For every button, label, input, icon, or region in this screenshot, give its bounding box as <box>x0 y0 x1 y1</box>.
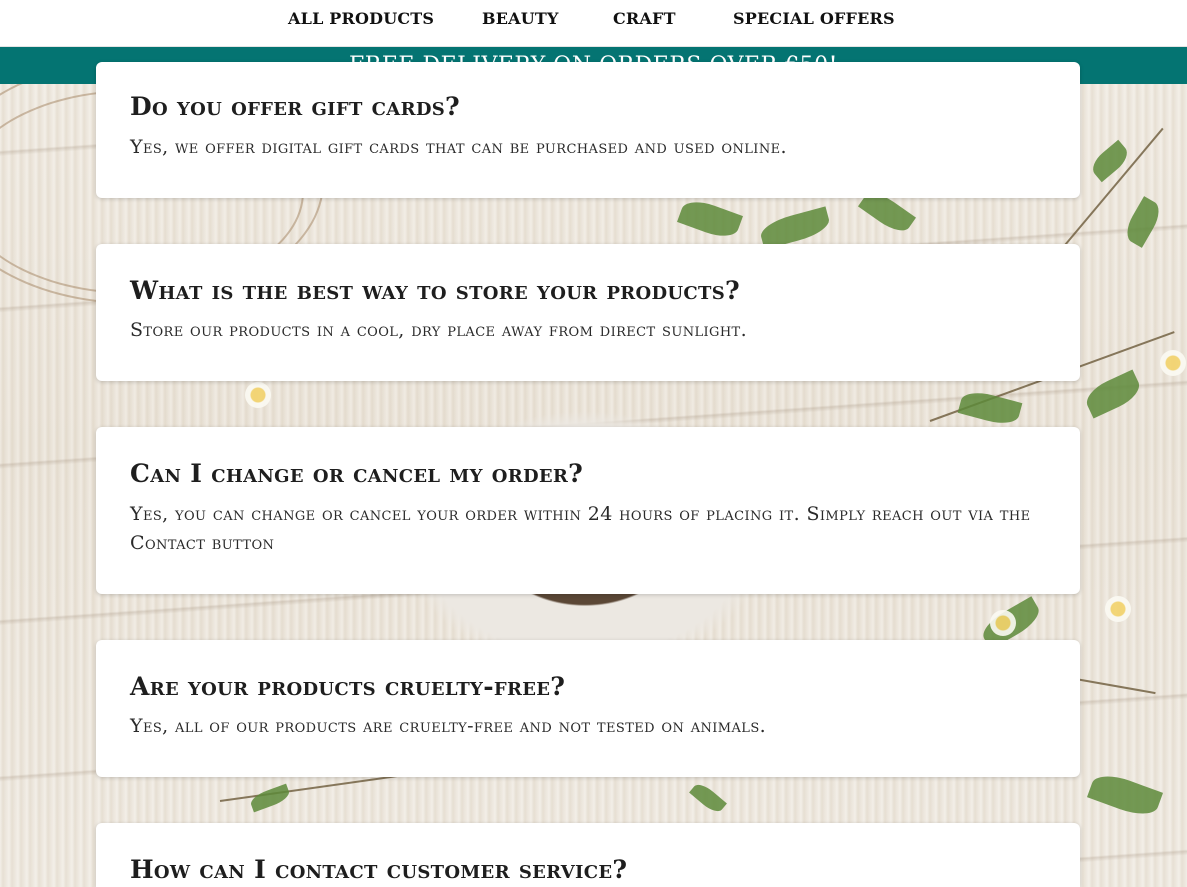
leaf <box>1086 768 1164 822</box>
flower <box>990 610 1016 636</box>
faq-card: How can I contact customer service? <box>96 823 1080 887</box>
flower <box>1105 596 1131 622</box>
leaf <box>248 783 292 813</box>
flower <box>1160 350 1186 376</box>
faq-card: What is the best way to store your produ… <box>96 244 1080 381</box>
faq-answer: Store our products in a cool, dry place … <box>130 319 748 341</box>
nav-item-beauty[interactable]: BEAUTY <box>482 9 559 28</box>
nav-item-special-offers[interactable]: SPECIAL OFFERS <box>733 9 895 28</box>
faq-card: Can I change or cancel my order? Yes, yo… <box>96 427 1080 594</box>
faq-card: Do you offer gift cards? Yes, we offer d… <box>96 62 1080 198</box>
leaf <box>1121 196 1165 248</box>
nav-item-all-products[interactable]: ALL PRODUCTS <box>288 9 434 28</box>
faq-answer: Yes, we offer digital gift cards that ca… <box>130 136 787 158</box>
faq-question[interactable]: Do you offer gift cards? <box>130 92 460 121</box>
leaf <box>1081 369 1145 419</box>
faq-question[interactable]: How can I contact customer service? <box>130 855 627 884</box>
nav-menu: ALL PRODUCTS BEAUTY CRAFT SPECIAL OFFERS <box>0 0 1187 40</box>
faq-card: Are your products cruelty-free? Yes, all… <box>96 640 1080 777</box>
faq-answer: Yes, you can change or cancel your order… <box>130 503 1031 554</box>
faq-question[interactable]: What is the best way to store your produ… <box>130 276 740 305</box>
leaf <box>957 387 1023 429</box>
leaf <box>1087 139 1133 183</box>
nav-item-craft[interactable]: CRAFT <box>613 9 676 28</box>
leaf <box>689 780 727 816</box>
faq-question[interactable]: Are your products cruelty-free? <box>130 672 565 701</box>
faq-answer: Yes, all of our products are cruelty-fre… <box>130 715 767 737</box>
flower <box>245 382 271 408</box>
top-navigation: ALL PRODUCTS BEAUTY CRAFT SPECIAL OFFERS <box>0 0 1187 47</box>
leaf <box>677 195 743 243</box>
faq-question[interactable]: Can I change or cancel my order? <box>130 459 583 488</box>
